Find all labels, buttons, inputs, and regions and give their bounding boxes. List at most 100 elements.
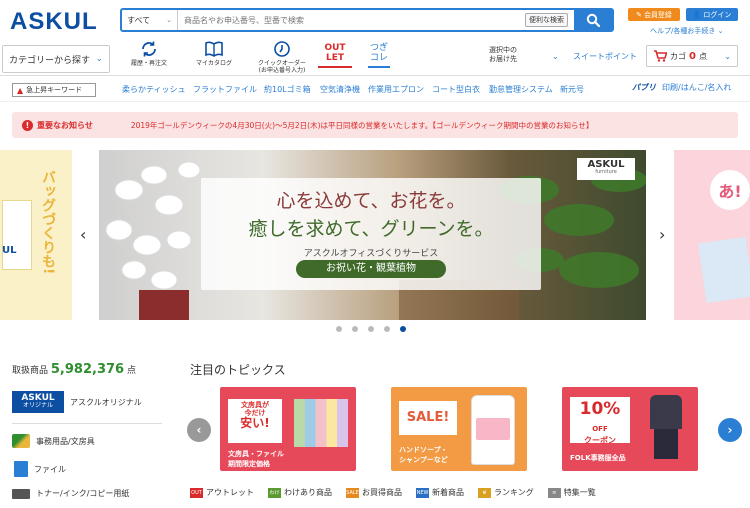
quick-link-ranking[interactable]: ♛ ランキング: [478, 487, 534, 498]
publi-link[interactable]: パブリ 印刷/はんこ/名入れ: [632, 82, 731, 93]
member-register-button[interactable]: ✎ 会員登録: [628, 8, 680, 21]
carousel-dot[interactable]: [384, 326, 390, 332]
sweet-point-link[interactable]: スイートポイント: [573, 51, 637, 62]
product-count-label: 取扱商品: [12, 366, 49, 376]
prev-slide-text: バッグづくりも!: [40, 170, 56, 275]
carousel-dot-active[interactable]: [400, 326, 406, 332]
login-button[interactable]: 👤 ログイン: [686, 8, 738, 21]
topics-next-button[interactable]: ›: [718, 418, 742, 442]
sidebar-item-file[interactable]: ファイル: [12, 461, 162, 477]
tsugi-label-2: コレ: [369, 52, 388, 63]
nav-history[interactable]: 履歴・再注文: [126, 40, 172, 67]
delivery-label-2: お届け先: [489, 54, 517, 63]
book-icon: [205, 41, 223, 57]
chevron-down-icon: ⌄: [717, 27, 724, 35]
search-scope-select[interactable]: すべて ⌄: [122, 10, 178, 30]
soap-bottle-image: [471, 395, 515, 465]
outlet-link[interactable]: OUT LET: [318, 43, 352, 68]
chevron-down-icon: ⌄: [95, 54, 103, 64]
category-label: カテゴリーから探す: [9, 55, 91, 66]
sidebar-item-toner[interactable]: トナー/インク/コピー用紙: [12, 488, 162, 499]
askul-logo[interactable]: ASKUL: [10, 8, 98, 36]
trending-label-box: ▲ 急上昇キーワード: [12, 83, 96, 97]
quick-link-wakeari[interactable]: わけ わけあり商品: [268, 487, 332, 498]
keyword-link[interactable]: 空気清浄機: [320, 84, 360, 95]
cart-label: カゴ: [670, 51, 686, 61]
quick-link-label: アウトレット: [206, 488, 254, 497]
sidebar-item-label: アスクルオリジナル: [70, 397, 142, 407]
badge-line: 10%: [579, 399, 621, 419]
clock-icon: [274, 41, 290, 57]
carousel-dot[interactable]: [352, 326, 358, 332]
nav-history-label: 履歴・再注文: [130, 60, 167, 67]
cart-button[interactable]: カゴ 0 点 ⌄: [646, 45, 738, 67]
topic-caption: 期間限定価格: [228, 460, 270, 468]
delivery-selector[interactable]: 選択中の お届け先: [489, 46, 517, 64]
keyword-link[interactable]: 柔らかティッシュ: [122, 84, 186, 95]
keyword-link[interactable]: フラットファイル: [193, 84, 257, 95]
search-button[interactable]: [574, 10, 612, 30]
carousel-prev-button[interactable]: ‹: [80, 225, 86, 244]
login-label: ログイン: [703, 10, 732, 19]
quick-link-sale[interactable]: SALE お買得商品: [346, 487, 402, 498]
sidebar-item-stationery[interactable]: 事務用品/文房具: [12, 434, 162, 448]
quick-link-outlet[interactable]: OUT LETアウトレット: [190, 487, 254, 506]
sidebar-item-askul-original[interactable]: ASKUL オリジナル アスクルオリジナル: [12, 391, 162, 413]
important-notice[interactable]: ! 重要なお知らせ 2019年ゴールデンウィークの4月30日(火)〜5月2日(木…: [12, 112, 738, 138]
quick-link-new[interactable]: NEW 新着商品: [416, 487, 464, 498]
askul-furniture-badge: ASKUL furniture: [577, 158, 635, 180]
product-image: [698, 236, 750, 304]
quick-link-label: 新着商品: [432, 488, 464, 497]
product-count: 取扱商品 5,982,376 点: [12, 362, 136, 377]
sale-tag: SALE: [346, 487, 359, 498]
keyword-link[interactable]: 約10Lゴミ箱: [264, 84, 311, 95]
topic-caption: FOLK事務服全品: [570, 454, 626, 462]
nav-mycatalog-label: マイカタログ: [195, 60, 232, 67]
sidebar-item-label: 事務用品/文房具: [36, 436, 95, 446]
product-count-unit: 点: [126, 366, 136, 376]
search-icon: [586, 13, 600, 27]
soap-label: [476, 418, 510, 440]
carousel-next-slide[interactable]: あ!: [674, 150, 750, 320]
topic-caption: シャンプーなど: [399, 456, 448, 464]
topics-prev-button[interactable]: ‹: [187, 418, 211, 442]
carousel-dot[interactable]: [336, 326, 342, 332]
outlet-label-2: LET: [325, 52, 345, 63]
divider: [12, 423, 162, 424]
bag-image: [2, 200, 32, 270]
search-scope-label: すべて: [127, 15, 151, 25]
topic-card-folk-coupon[interactable]: 10% OFF クーポン FOLK事務服全品: [562, 387, 698, 471]
hero-carousel: UL バッグづくりも! 心を込めて、お花を。 癒しを求めて、グリーンを。 アスク…: [0, 150, 750, 320]
topic-caption: 文房具・ファイル: [228, 450, 284, 458]
tsugikore-link[interactable]: つぎ コレ: [368, 43, 390, 68]
nav-quick-order-label: クイックオーダー (お申込番号入力): [257, 60, 306, 75]
keyword-link[interactable]: 勤怠管理システム: [489, 84, 553, 95]
nav-mycatalog[interactable]: マイカタログ: [190, 40, 238, 67]
category-menu-button[interactable]: カテゴリーから探す ⌄: [2, 45, 110, 73]
keyword-link[interactable]: 作業用エプロン: [368, 84, 424, 95]
search-input[interactable]: [178, 15, 525, 25]
prev-slide-logo: UL: [2, 245, 17, 256]
cart-count: 0: [689, 50, 696, 62]
quick-link-features[interactable]: ≡ 特集一覧: [547, 487, 596, 498]
banner-pill: お祝い花・観葉植物: [296, 260, 446, 278]
notebook-image: [294, 399, 348, 447]
badge-line: OFF: [592, 425, 608, 433]
nav-quick-order[interactable]: クイックオーダー (お申込番号入力): [254, 40, 310, 74]
list-icon: ≡: [547, 487, 561, 498]
carousel-prev-slide[interactable]: UL バッグづくりも!: [0, 150, 72, 320]
carousel-dot[interactable]: [368, 326, 374, 332]
help-link[interactable]: ヘルプ/各種お手続き ⌄: [650, 26, 723, 36]
badge-line: クーポン: [584, 436, 616, 445]
topic-card-stationery[interactable]: 文房具が 今だけ 安い! 文房具・ファイル 期間限定価格: [220, 387, 356, 471]
toner-icon: [12, 488, 30, 499]
carousel-next-button[interactable]: ›: [659, 225, 665, 244]
topic-card-sale[interactable]: SALE! ハンドソープ・ シャンプーなど: [391, 387, 527, 471]
convenient-search-button[interactable]: 便利な検索: [525, 13, 568, 27]
topic-caption: ハンドソープ・: [399, 446, 448, 454]
keyword-link[interactable]: 新元号: [560, 84, 584, 95]
chevron-down-icon: ⌄: [166, 16, 172, 24]
banner-headline-1: 心を込めて、お花を。: [276, 190, 466, 212]
keyword-link[interactable]: コート型白衣: [432, 84, 480, 95]
banner-slide-flowers[interactable]: 心を込めて、お花を。 癒しを求めて、グリーンを。 アスクルオフィスづくりサービス…: [99, 150, 646, 320]
